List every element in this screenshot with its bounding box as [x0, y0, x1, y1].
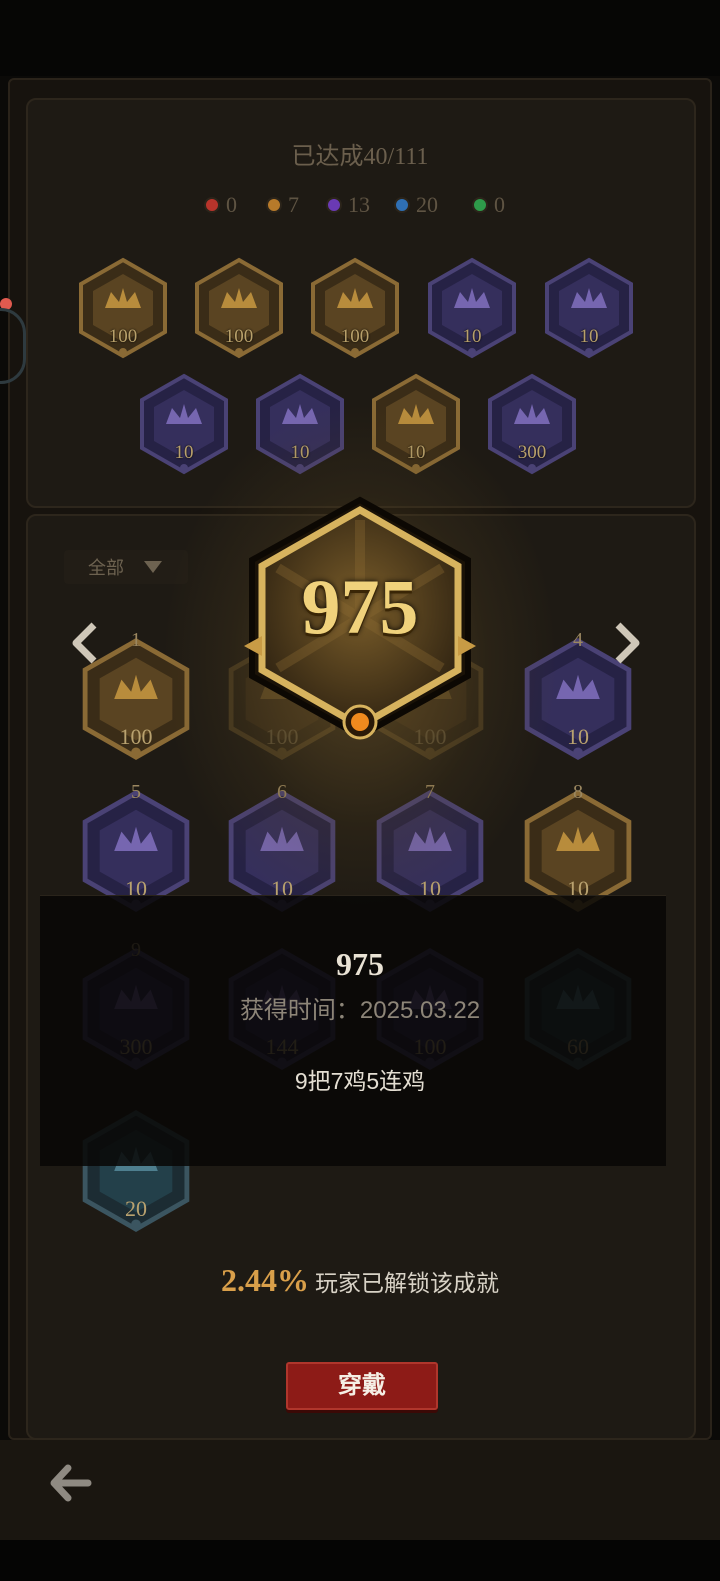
badge-value: 20 [125, 1196, 147, 1221]
red-gem-icon [204, 197, 220, 213]
badge-value: 10 [174, 442, 194, 463]
unlock-percent: 2.44% [221, 1262, 309, 1298]
badge-index: 1 [131, 629, 141, 651]
badge-value: 100 [224, 326, 254, 347]
badge-index: 4 [573, 629, 583, 651]
rarity-count: 0 [226, 192, 237, 217]
rarity-red-counter: 0 [204, 192, 237, 218]
badge-value: 10 [567, 724, 589, 749]
badge-title: 975 [336, 946, 384, 982]
rarity-orange-counter: 7 [266, 192, 299, 218]
green-gem-icon [472, 197, 488, 213]
back-arrow-icon[interactable] [46, 1458, 96, 1508]
rarity-count: 0 [494, 192, 505, 217]
badge-index: 8 [573, 781, 583, 803]
badge-value: 10 [579, 326, 599, 347]
badge-index: 6 [277, 781, 287, 803]
obtained-time: 获得时间：2025.03.22 [239, 997, 481, 1024]
badge-value: 100 [119, 724, 153, 749]
rarity-purple-counter: 13 [326, 192, 370, 218]
badge-value: 100 [108, 326, 138, 347]
badge-index: 7 [425, 781, 435, 803]
bottom-bar [0, 1540, 720, 1581]
equipped-badge[interactable]: 300 [484, 372, 580, 476]
selected-badge-value: 975 [301, 563, 419, 650]
orange-gem-icon [266, 197, 282, 213]
equipped-badge[interactable]: 100 [75, 256, 171, 360]
rarity-count: 7 [288, 192, 299, 217]
badge-detail-tooltip [40, 895, 666, 1166]
badge-value: 300 [517, 442, 547, 463]
equipped-badge[interactable]: 10 [136, 372, 232, 476]
filter-dropdown[interactable]: 全部 [64, 550, 188, 584]
blue-gem-icon [394, 197, 410, 213]
equipped-badge[interactable]: 100 [191, 256, 287, 360]
filter-label: 全部 [88, 558, 124, 578]
equipped-badge[interactable]: 10 [424, 256, 520, 360]
purple-gem-icon [326, 197, 342, 213]
footer-bar [0, 1440, 720, 1540]
equipped-badge[interactable]: 100 [307, 256, 403, 360]
equipped-badge[interactable]: 10 [368, 372, 464, 476]
equipped-badge[interactable]: 10 [541, 256, 637, 360]
selected-badge: 975 [232, 496, 488, 742]
badge-value: 10 [406, 442, 426, 463]
rarity-blue-counter: 20 [394, 192, 438, 218]
next-arrow-icon[interactable] [610, 622, 644, 664]
prev-arrow-icon[interactable] [68, 622, 102, 664]
rarity-count: 13 [348, 192, 370, 217]
equipped-badge[interactable]: 10 [252, 372, 348, 476]
unlock-rate: 2.44% 玩家已解锁该成就 [0, 1262, 720, 1299]
badge-index: 5 [131, 781, 141, 803]
achievement-progress: 已达成40/111 [291, 144, 429, 170]
unlock-text: 玩家已解锁该成就 [315, 1270, 499, 1296]
top-status-bar [0, 0, 720, 76]
badge-value: 100 [340, 326, 370, 347]
badge-value: 10 [462, 326, 482, 347]
badge-description: 9把7鸡5连鸡 [294, 1068, 426, 1094]
wear-button[interactable]: 穿戴 [286, 1362, 438, 1410]
rarity-green-counter: 0 [472, 192, 505, 218]
badge-value: 10 [290, 442, 310, 463]
chevron-down-icon [144, 561, 162, 573]
rarity-count: 20 [416, 192, 438, 217]
